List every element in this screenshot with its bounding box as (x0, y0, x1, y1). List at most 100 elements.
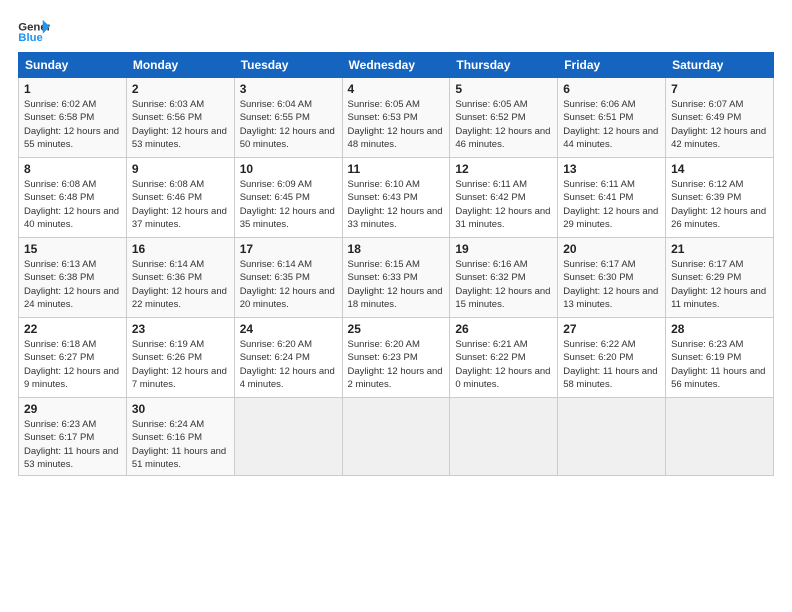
day-info: Sunrise: 6:08 AM Sunset: 6:48 PM Dayligh… (24, 178, 121, 231)
calendar-header-row: SundayMondayTuesdayWednesdayThursdayFrid… (19, 53, 774, 78)
day-info: Sunrise: 6:16 AM Sunset: 6:32 PM Dayligh… (455, 258, 552, 311)
column-header-friday: Friday (558, 53, 666, 78)
calendar-cell (558, 398, 666, 476)
calendar-cell (234, 398, 342, 476)
calendar-week-5: 29 Sunrise: 6:23 AM Sunset: 6:17 PM Dayl… (19, 398, 774, 476)
day-info: Sunrise: 6:09 AM Sunset: 6:45 PM Dayligh… (240, 178, 337, 231)
calendar-cell: 27 Sunrise: 6:22 AM Sunset: 6:20 PM Dayl… (558, 318, 666, 398)
day-info: Sunrise: 6:24 AM Sunset: 6:16 PM Dayligh… (132, 418, 229, 471)
calendar-cell: 26 Sunrise: 6:21 AM Sunset: 6:22 PM Dayl… (450, 318, 558, 398)
day-info: Sunrise: 6:02 AM Sunset: 6:58 PM Dayligh… (24, 98, 121, 151)
calendar-cell: 28 Sunrise: 6:23 AM Sunset: 6:19 PM Dayl… (666, 318, 774, 398)
day-info: Sunrise: 6:10 AM Sunset: 6:43 PM Dayligh… (348, 178, 445, 231)
day-number: 12 (455, 162, 552, 176)
day-info: Sunrise: 6:03 AM Sunset: 6:56 PM Dayligh… (132, 98, 229, 151)
day-number: 16 (132, 242, 229, 256)
day-number: 24 (240, 322, 337, 336)
calendar-cell: 3 Sunrise: 6:04 AM Sunset: 6:55 PM Dayli… (234, 78, 342, 158)
column-header-wednesday: Wednesday (342, 53, 450, 78)
calendar-cell: 8 Sunrise: 6:08 AM Sunset: 6:48 PM Dayli… (19, 158, 127, 238)
day-number: 10 (240, 162, 337, 176)
calendar-cell: 25 Sunrise: 6:20 AM Sunset: 6:23 PM Dayl… (342, 318, 450, 398)
day-info: Sunrise: 6:08 AM Sunset: 6:46 PM Dayligh… (132, 178, 229, 231)
day-info: Sunrise: 6:20 AM Sunset: 6:24 PM Dayligh… (240, 338, 337, 391)
calendar-cell: 12 Sunrise: 6:11 AM Sunset: 6:42 PM Dayl… (450, 158, 558, 238)
column-header-sunday: Sunday (19, 53, 127, 78)
day-info: Sunrise: 6:11 AM Sunset: 6:41 PM Dayligh… (563, 178, 660, 231)
day-info: Sunrise: 6:12 AM Sunset: 6:39 PM Dayligh… (671, 178, 768, 231)
day-number: 27 (563, 322, 660, 336)
day-number: 26 (455, 322, 552, 336)
day-info: Sunrise: 6:11 AM Sunset: 6:42 PM Dayligh… (455, 178, 552, 231)
day-info: Sunrise: 6:04 AM Sunset: 6:55 PM Dayligh… (240, 98, 337, 151)
calendar-cell: 22 Sunrise: 6:18 AM Sunset: 6:27 PM Dayl… (19, 318, 127, 398)
day-number: 25 (348, 322, 445, 336)
day-number: 30 (132, 402, 229, 416)
calendar-cell: 5 Sunrise: 6:05 AM Sunset: 6:52 PM Dayli… (450, 78, 558, 158)
day-number: 1 (24, 82, 121, 96)
day-info: Sunrise: 6:06 AM Sunset: 6:51 PM Dayligh… (563, 98, 660, 151)
calendar-cell (342, 398, 450, 476)
calendar-cell: 6 Sunrise: 6:06 AM Sunset: 6:51 PM Dayli… (558, 78, 666, 158)
day-info: Sunrise: 6:21 AM Sunset: 6:22 PM Dayligh… (455, 338, 552, 391)
calendar-cell: 13 Sunrise: 6:11 AM Sunset: 6:41 PM Dayl… (558, 158, 666, 238)
day-number: 11 (348, 162, 445, 176)
logo: General Blue (18, 18, 50, 46)
calendar-cell: 7 Sunrise: 6:07 AM Sunset: 6:49 PM Dayli… (666, 78, 774, 158)
day-info: Sunrise: 6:05 AM Sunset: 6:52 PM Dayligh… (455, 98, 552, 151)
calendar-cell: 24 Sunrise: 6:20 AM Sunset: 6:24 PM Dayl… (234, 318, 342, 398)
calendar-cell: 16 Sunrise: 6:14 AM Sunset: 6:36 PM Dayl… (126, 238, 234, 318)
day-number: 8 (24, 162, 121, 176)
day-info: Sunrise: 6:13 AM Sunset: 6:38 PM Dayligh… (24, 258, 121, 311)
day-number: 4 (348, 82, 445, 96)
calendar-cell: 1 Sunrise: 6:02 AM Sunset: 6:58 PM Dayli… (19, 78, 127, 158)
calendar-cell: 14 Sunrise: 6:12 AM Sunset: 6:39 PM Dayl… (666, 158, 774, 238)
column-header-tuesday: Tuesday (234, 53, 342, 78)
day-number: 17 (240, 242, 337, 256)
calendar-cell: 23 Sunrise: 6:19 AM Sunset: 6:26 PM Dayl… (126, 318, 234, 398)
day-number: 3 (240, 82, 337, 96)
calendar-cell: 21 Sunrise: 6:17 AM Sunset: 6:29 PM Dayl… (666, 238, 774, 318)
day-number: 7 (671, 82, 768, 96)
calendar-cell: 9 Sunrise: 6:08 AM Sunset: 6:46 PM Dayli… (126, 158, 234, 238)
calendar-week-4: 22 Sunrise: 6:18 AM Sunset: 6:27 PM Dayl… (19, 318, 774, 398)
day-info: Sunrise: 6:15 AM Sunset: 6:33 PM Dayligh… (348, 258, 445, 311)
day-number: 29 (24, 402, 121, 416)
calendar-cell: 4 Sunrise: 6:05 AM Sunset: 6:53 PM Dayli… (342, 78, 450, 158)
day-number: 21 (671, 242, 768, 256)
day-info: Sunrise: 6:23 AM Sunset: 6:19 PM Dayligh… (671, 338, 768, 391)
column-header-saturday: Saturday (666, 53, 774, 78)
svg-text:Blue: Blue (18, 32, 43, 44)
calendar-week-2: 8 Sunrise: 6:08 AM Sunset: 6:48 PM Dayli… (19, 158, 774, 238)
calendar-cell: 17 Sunrise: 6:14 AM Sunset: 6:35 PM Dayl… (234, 238, 342, 318)
calendar-cell: 10 Sunrise: 6:09 AM Sunset: 6:45 PM Dayl… (234, 158, 342, 238)
header-row: General Blue (18, 18, 774, 46)
day-info: Sunrise: 6:20 AM Sunset: 6:23 PM Dayligh… (348, 338, 445, 391)
calendar-cell: 29 Sunrise: 6:23 AM Sunset: 6:17 PM Dayl… (19, 398, 127, 476)
column-header-thursday: Thursday (450, 53, 558, 78)
calendar-week-3: 15 Sunrise: 6:13 AM Sunset: 6:38 PM Dayl… (19, 238, 774, 318)
day-info: Sunrise: 6:19 AM Sunset: 6:26 PM Dayligh… (132, 338, 229, 391)
day-info: Sunrise: 6:17 AM Sunset: 6:29 PM Dayligh… (671, 258, 768, 311)
day-number: 5 (455, 82, 552, 96)
calendar-cell: 15 Sunrise: 6:13 AM Sunset: 6:38 PM Dayl… (19, 238, 127, 318)
day-info: Sunrise: 6:05 AM Sunset: 6:53 PM Dayligh… (348, 98, 445, 151)
day-info: Sunrise: 6:22 AM Sunset: 6:20 PM Dayligh… (563, 338, 660, 391)
calendar-week-1: 1 Sunrise: 6:02 AM Sunset: 6:58 PM Dayli… (19, 78, 774, 158)
calendar-cell: 20 Sunrise: 6:17 AM Sunset: 6:30 PM Dayl… (558, 238, 666, 318)
calendar-cell: 30 Sunrise: 6:24 AM Sunset: 6:16 PM Dayl… (126, 398, 234, 476)
day-number: 19 (455, 242, 552, 256)
day-number: 2 (132, 82, 229, 96)
day-number: 18 (348, 242, 445, 256)
calendar-cell (666, 398, 774, 476)
day-number: 22 (24, 322, 121, 336)
day-number: 9 (132, 162, 229, 176)
day-info: Sunrise: 6:18 AM Sunset: 6:27 PM Dayligh… (24, 338, 121, 391)
day-number: 14 (671, 162, 768, 176)
day-number: 6 (563, 82, 660, 96)
day-number: 23 (132, 322, 229, 336)
day-number: 15 (24, 242, 121, 256)
day-info: Sunrise: 6:17 AM Sunset: 6:30 PM Dayligh… (563, 258, 660, 311)
calendar-table: SundayMondayTuesdayWednesdayThursdayFrid… (18, 52, 774, 476)
column-header-monday: Monday (126, 53, 234, 78)
